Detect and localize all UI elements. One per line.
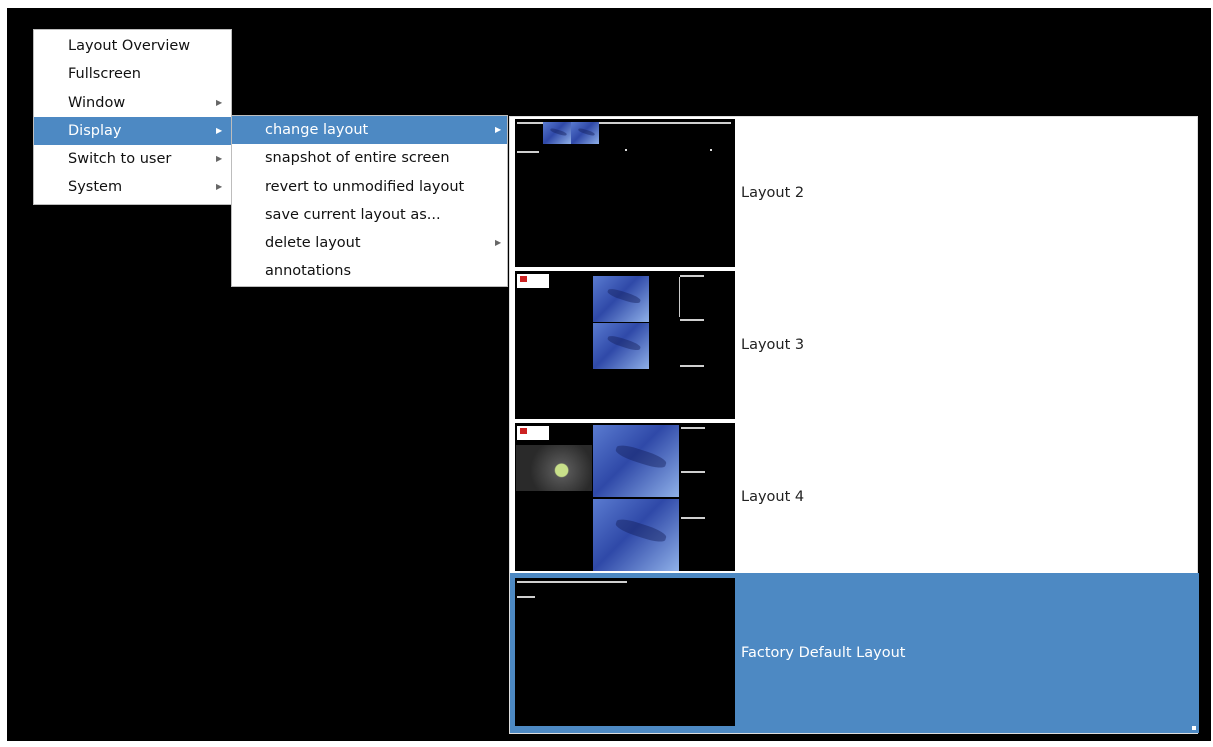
thumbnail-text <box>681 427 705 429</box>
menu-item-label: System <box>68 179 123 196</box>
layout-thumbnail <box>515 423 735 571</box>
thumbnail-window <box>593 499 679 571</box>
display-submenu: change layout ▶ snapshot of entire scree… <box>231 115 508 287</box>
menu-item-window[interactable]: Window ▶ <box>34 89 231 117</box>
chevron-right-icon: ▶ <box>216 125 223 135</box>
thumbnail-text <box>681 471 705 473</box>
menu-item-label: Window <box>68 94 126 111</box>
layout-thumbnail <box>515 271 735 419</box>
menu-item-snapshot-screen[interactable]: snapshot of entire screen <box>232 144 507 172</box>
thumbnail-text <box>680 365 704 367</box>
menu-item-system[interactable]: System ▶ <box>34 173 231 201</box>
layout-option-3[interactable]: Layout 3 <box>510 269 1199 421</box>
menu-item-display[interactable]: Display ▶ <box>34 116 231 146</box>
menu-item-label: change layout <box>265 122 369 138</box>
thumbnail-window <box>543 122 571 144</box>
menu-item-label: Display <box>68 122 122 139</box>
menu-item-label: Switch to user <box>68 151 172 168</box>
menu-item-change-layout[interactable]: change layout ▶ <box>232 116 507 145</box>
thumbnail-window <box>571 122 599 144</box>
layout-label: Factory Default Layout <box>741 645 906 661</box>
menu-item-label: delete layout <box>265 235 361 252</box>
chevron-right-icon: ▶ <box>216 182 223 192</box>
menu-item-annotations[interactable]: annotations <box>232 257 507 285</box>
menu-item-fullscreen[interactable]: Fullscreen <box>34 60 231 88</box>
menu-item-label: Layout Overview <box>68 38 191 54</box>
chevron-right-icon: ▶ <box>216 97 223 107</box>
thumbnail-titlebar <box>517 581 627 583</box>
thumbnail-divider <box>679 277 680 317</box>
layout-thumbnail <box>515 578 735 726</box>
thumbnail-dot <box>625 149 627 151</box>
resize-grip-icon[interactable] <box>1192 726 1196 730</box>
thumbnail-text <box>517 151 539 153</box>
thumbnail-text <box>517 596 535 598</box>
layout-label: Layout 2 <box>741 185 805 201</box>
thumbnail-dot <box>710 149 712 151</box>
layout-option-2[interactable]: Layout 2 <box>510 117 1199 269</box>
layout-label: Layout 4 <box>741 489 805 505</box>
layout-chooser-panel: Layout 2 Layout 3 Layout 4 Factory Defau… <box>509 116 1199 734</box>
menu-item-revert-layout[interactable]: revert to unmodified layout <box>232 173 507 201</box>
menu-item-label: save current layout as... <box>265 206 441 223</box>
menu-item-layout-overview[interactable]: Layout Overview <box>34 32 231 60</box>
thumbnail-text <box>681 517 705 519</box>
chevron-right-icon: ▶ <box>495 238 502 248</box>
layout-thumbnail <box>515 119 735 267</box>
menu-item-switch-to-user[interactable]: Switch to user ▶ <box>34 145 231 173</box>
chevron-right-icon: ▶ <box>216 154 223 164</box>
layout-option-4[interactable]: Layout 4 <box>510 421 1199 573</box>
menu-item-label: annotations <box>265 263 352 280</box>
thumbnail-camera-view <box>516 445 592 491</box>
menu-item-label: revert to unmodified layout <box>265 178 465 195</box>
menu-item-save-layout-as[interactable]: save current layout as... <box>232 201 507 229</box>
thumbnail-window <box>593 425 679 497</box>
desktop-screen: Layout Overview Fullscreen Window ▶ Disp… <box>7 8 1211 741</box>
thumbnail-text <box>680 275 704 277</box>
menu-item-label: snapshot of entire screen <box>265 150 450 167</box>
menu-item-delete-layout[interactable]: delete layout ▶ <box>232 229 507 257</box>
layout-option-factory-default[interactable]: Factory Default Layout <box>510 573 1199 733</box>
thumbnail-window <box>593 276 649 322</box>
main-context-menu: Layout Overview Fullscreen Window ▶ Disp… <box>33 29 232 205</box>
menu-item-label: Fullscreen <box>68 66 141 83</box>
thumbnail-window <box>593 323 649 369</box>
logo-icon <box>517 426 549 440</box>
layout-label: Layout 3 <box>741 337 805 353</box>
thumbnail-text <box>680 319 704 321</box>
logo-icon <box>517 274 549 288</box>
chevron-right-icon: ▶ <box>495 125 502 134</box>
